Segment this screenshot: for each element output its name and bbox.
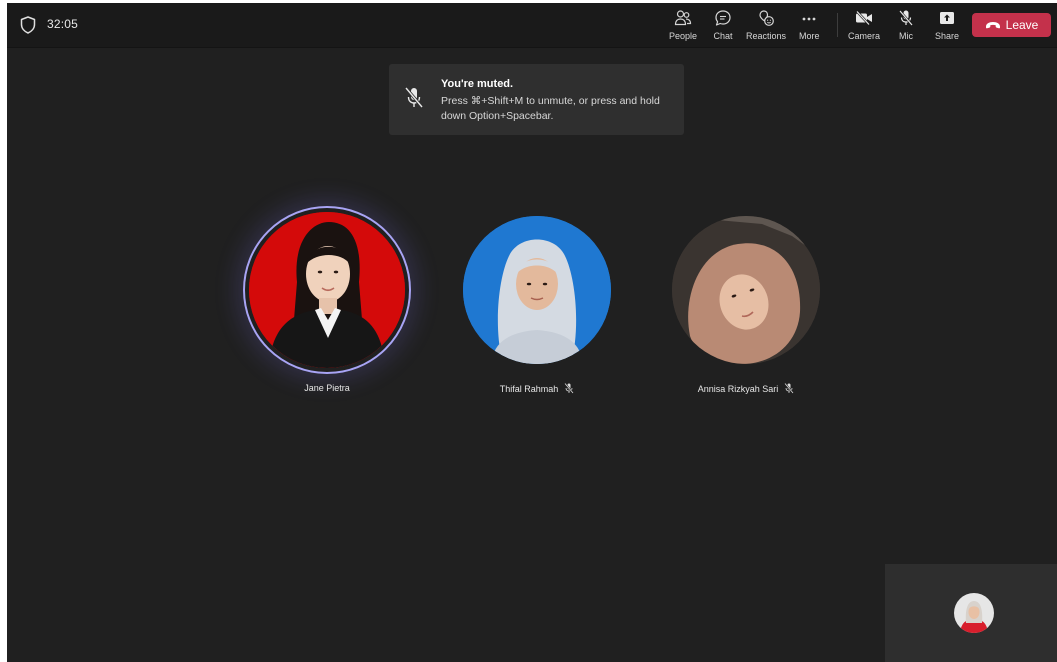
mic-off-icon [564, 383, 574, 394]
mic-off-icon [404, 87, 424, 108]
meeting-timer: 32:05 [47, 17, 79, 31]
self-view-tile[interactable] [885, 564, 1057, 662]
notification-message: Press ⌘+Shift+M to unmute, or press and … [441, 95, 660, 122]
reactions-button[interactable]: Reactions [746, 9, 786, 41]
leave-label: Leave [1005, 18, 1039, 32]
mic-off-icon [784, 383, 794, 394]
muted-notification: You're muted. Press ⌘+Shift+M to unmute,… [389, 64, 684, 135]
share-icon [937, 9, 957, 27]
reactions-icon [756, 9, 776, 27]
participant-name: Annisa Rizkyah Sari [646, 383, 846, 394]
participant-name: Jane Pietra [304, 383, 350, 393]
people-label: People [669, 31, 698, 41]
participant-tile[interactable]: Annisa Rizkyah Sari [646, 203, 846, 403]
avatar [672, 216, 820, 364]
phone-hangup-icon [985, 22, 1000, 29]
chat-button[interactable]: Chat [713, 9, 733, 41]
mic-button[interactable]: Mic [896, 9, 916, 41]
mic-off-icon [896, 9, 916, 27]
participant-tile[interactable]: Jane Pietra [227, 203, 427, 403]
camera-off-icon [854, 9, 874, 27]
meeting-window: 32:05 People Chat Reactions More Camera … [7, 3, 1057, 662]
notification-title: You're muted. [441, 78, 514, 90]
mic-label: Mic [899, 31, 913, 41]
toolbar-divider [837, 13, 838, 37]
more-button[interactable]: More [799, 9, 820, 41]
leave-button[interactable]: Leave [972, 13, 1051, 37]
chat-icon [713, 9, 733, 27]
participant-tile[interactable]: Thifal Rahmah [437, 203, 637, 403]
avatar [463, 216, 611, 364]
share-button[interactable]: Share [935, 9, 959, 41]
more-label: More [799, 31, 820, 41]
shield-icon[interactable] [20, 16, 36, 34]
people-icon [673, 9, 693, 27]
share-label: Share [935, 31, 960, 41]
chat-label: Chat [713, 31, 733, 41]
participant-name: Thifal Rahmah [437, 383, 637, 394]
more-icon [799, 9, 819, 27]
camera-button[interactable]: Camera [848, 9, 880, 41]
meeting-toolbar: 32:05 People Chat Reactions More Camera … [7, 3, 1057, 48]
self-avatar [954, 593, 994, 633]
camera-label: Camera [848, 31, 881, 41]
reactions-label: Reactions [746, 31, 787, 41]
people-button[interactable]: People [669, 9, 697, 41]
avatar [249, 212, 405, 368]
